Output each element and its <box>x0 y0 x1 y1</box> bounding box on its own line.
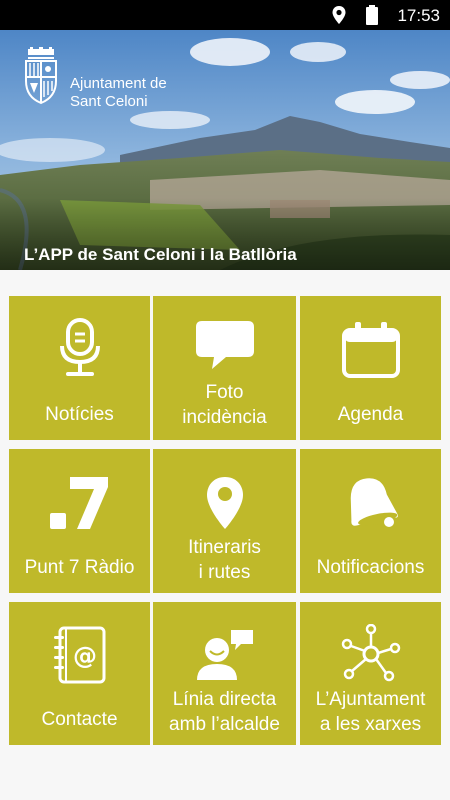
tile-label: Agenda <box>337 404 404 425</box>
tile-noticies[interactable]: Notícies <box>9 296 150 440</box>
organization-name: Ajuntament de Sant Celoni <box>70 75 167 110</box>
network-icon <box>341 624 400 682</box>
tile-foto-incidencia[interactable]: Foto incidència <box>153 296 296 440</box>
punt7-logo-icon <box>49 477 108 529</box>
tile-label: L’Ajuntament a les xarxes <box>315 689 426 735</box>
map-pin-icon <box>206 477 243 529</box>
hero-banner: Ajuntament de Sant Celoni L’APP de Sant … <box>0 30 450 270</box>
address-book-icon: @ <box>53 626 105 684</box>
tile-label: Línia directa amb l’alcalde <box>169 689 280 735</box>
speech-bubble-icon <box>195 321 254 369</box>
tile-label: Notificacions <box>316 557 425 578</box>
tile-agenda[interactable]: Agenda <box>300 296 441 440</box>
tile-label: Foto incidència <box>182 382 267 428</box>
tile-label: Notícies <box>45 404 114 425</box>
tile-label: Itineraris i rutes <box>188 537 261 583</box>
landscape-photo <box>0 30 450 270</box>
tile-label: Punt 7 Ràdio <box>24 557 135 578</box>
battery-icon <box>366 5 378 25</box>
microphone-icon <box>59 318 100 376</box>
status-time: 17:53 <box>397 6 440 25</box>
tile-punt7-radio[interactable]: Punt 7 Ràdio <box>9 449 150 593</box>
tile-notificacions[interactable]: Notificacions <box>300 449 441 593</box>
calendar-icon <box>341 322 400 378</box>
person-chat-icon <box>196 630 253 680</box>
town-crest-logo <box>25 47 57 105</box>
tile-linia-directa[interactable]: Línia directa amb l’alcalde <box>153 602 296 745</box>
tile-itineraris[interactable]: Itineraris i rutes <box>153 449 296 593</box>
tile-xarxes[interactable]: L’Ajuntament a les xarxes <box>300 602 441 745</box>
location-icon <box>332 6 346 24</box>
bell-icon <box>350 478 398 527</box>
tile-contacte[interactable]: @ Contacte <box>9 602 150 745</box>
tile-label: Contacte <box>41 709 118 730</box>
svg-text:@: @ <box>73 642 97 670</box>
app-tagline: L’APP de Sant Celoni i la Batllòria <box>24 245 297 264</box>
status-bar: 17:53 <box>0 0 450 30</box>
